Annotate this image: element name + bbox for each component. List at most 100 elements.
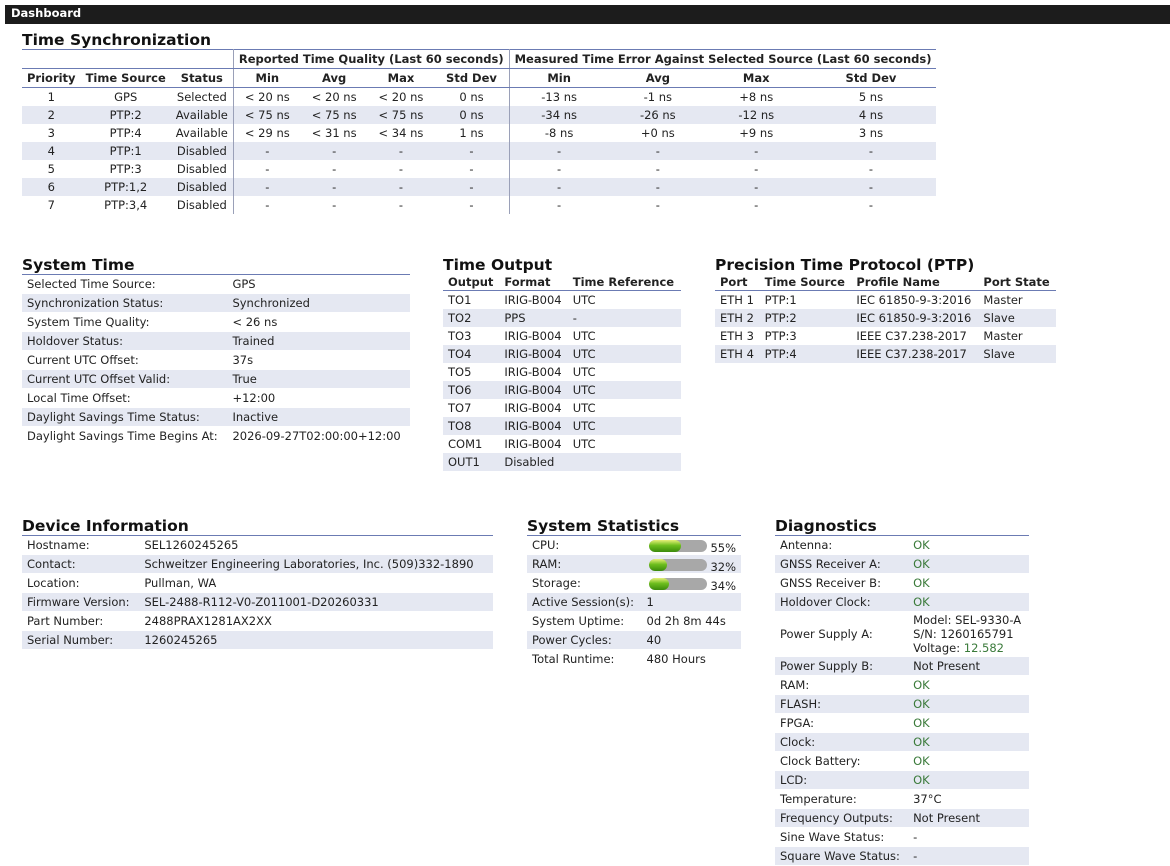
ts-row: 1 GPS Selected < 20 ns < 20 ns < 20 ns 0 ns -13… (22, 87, 936, 106)
diag-value: OK (913, 773, 930, 787)
kv-label: Serial Number: (27, 633, 114, 647)
kv-row: Selected Time Source: GPS (22, 275, 410, 294)
ts-col-header: Avg (300, 68, 368, 88)
ts-col-header: Min (508, 68, 609, 88)
diag-row: FPGA: OK (775, 714, 1029, 733)
diag-label: GNSS Receiver A: (780, 557, 881, 571)
list-row: OUT1 Disabled (443, 453, 681, 471)
ts-col-header: Max (367, 68, 435, 88)
list-row: COM1 IRIG-B004 UTC (443, 435, 681, 453)
ptp-title: Precision Time Protocol (PTP) (715, 256, 975, 274)
kv-value: 0d 2h 8m 44s (646, 614, 726, 628)
ts-col-header: Avg (608, 68, 708, 88)
kv-row: Daylight Savings Time Status: Inactive (22, 407, 410, 427)
ts-col-header: Priority (22, 68, 81, 88)
list-cell: UTC (572, 293, 596, 307)
psu-voltage-value: 12.582 (963, 641, 1004, 655)
diag-value: OK (913, 754, 930, 768)
list-row: TO6 IRIG-B004 UTC (443, 381, 681, 399)
ts-cell: -13 ns (508, 87, 609, 106)
diag-value: OK (913, 576, 930, 590)
list-cell: Disabled (504, 455, 555, 469)
ts-cell: - (508, 196, 609, 214)
kv-label: System Time Quality: (27, 315, 150, 329)
ts-cell: - (232, 142, 301, 160)
ts-cell: 7 (47, 198, 55, 212)
list-cell: UTC (572, 329, 596, 343)
kv-label: Active Session(s): (532, 595, 634, 609)
diag-row: RAM: OK (775, 676, 1029, 695)
diag-row: Temperature: 37°C (775, 790, 1029, 809)
list-cell: TO5 (448, 365, 472, 379)
ts-col-header: Max (707, 68, 806, 88)
ts-cell: - (332, 162, 337, 176)
ts-cell: - (754, 144, 759, 158)
ts-cell: -8 ns (508, 124, 609, 142)
diag-value: Not Present (913, 811, 981, 825)
kv-row: Firmware Version: SEL-2488-R112-V0-Z01100… (22, 592, 493, 612)
diag-value: OK (913, 678, 930, 692)
diag-label: GNSS Receiver B: (780, 576, 881, 590)
usage-percent: 34% (710, 579, 736, 593)
list-cell: TO1 (448, 293, 472, 307)
usage-percent: 32% (710, 560, 736, 574)
kv-value: 2026-09-27T02:00:00+12:00 (232, 429, 401, 443)
list-cell: COM1 (448, 437, 483, 451)
list-cell (568, 453, 681, 471)
kv-value: < 26 ns (232, 315, 278, 329)
psu-model: Model: SEL-9330-A (913, 613, 1022, 627)
kv-row: System Time Quality: < 26 ns (22, 313, 410, 332)
ts-cell: -34 ns (508, 106, 609, 124)
usage-percent: 55% (710, 541, 736, 555)
ts-col-header: Time Source (80, 68, 171, 88)
diagnostics-table: Antenna: OK GNSS Receiver A: OK GNSS Receive… (775, 535, 1029, 866)
list-cell: IRIG-B004 (504, 419, 562, 433)
device-info-section: Device Information Hostname: SEL126024526… (22, 517, 493, 650)
ts-cell: - (398, 180, 404, 194)
usage-bar-fill (648, 539, 681, 552)
list-cell: IEC 61850-9-3:2016 (856, 311, 972, 325)
ts-cell: 1 ns (459, 126, 484, 140)
ts-cell: - (232, 178, 301, 196)
col-header: Port State (978, 274, 1056, 291)
ts-cell: - (469, 180, 474, 194)
kv-row: Part Number: 2488PRAX1281AX2XX (22, 612, 493, 631)
diag-label: Frequency Outputs: (780, 811, 893, 825)
ts-cell: - (868, 180, 874, 194)
kv-value: SEL-2488-R112-V0-Z011001-D20260331 (144, 595, 379, 609)
list-row: TO3 IRIG-B004 UTC (443, 327, 681, 345)
ts-cell: PTP:3 (109, 162, 142, 176)
kv-value: True (232, 372, 257, 386)
system-time-table: Selected Time Source: GPS Synchronization … (22, 274, 410, 446)
diag-row: GNSS Receiver A: OK (775, 554, 1029, 574)
usage-row: CPU: 55% (527, 536, 741, 555)
ts-cell: - (508, 178, 609, 196)
ts-cell: - (332, 144, 337, 158)
kv-row: Contact: Schweitzer Engineering Laborator… (22, 554, 493, 574)
ts-cell: < 31 ns (311, 126, 357, 140)
ts-cell: - (655, 198, 660, 212)
kv-row: Active Session(s): 1 (527, 592, 741, 612)
ts-cell: Available (175, 126, 228, 140)
kv-row: Current UTC Offset Valid: True (22, 369, 410, 389)
ts-row: 3 PTP:4 Available < 29 ns < 31 ns < 34 ns 1 ns… (22, 124, 936, 142)
kv-row: Power Cycles: 40 (527, 630, 741, 650)
kv-row: Holdover Status: Trained (22, 331, 410, 351)
kv-row: Synchronization Status: Synchronized (22, 293, 410, 313)
ts-cell: - (398, 162, 404, 176)
list-cell: PTP:3 (764, 329, 797, 343)
ts-cell: < 20 ns (311, 90, 357, 104)
ts-cell: - (469, 144, 474, 158)
system-time-title: System Time (22, 256, 135, 274)
diag-label: Clock: (780, 735, 816, 749)
system-stats-table: CPU: 55% RAM: 32% Storage: 34% Active Sessi… (527, 535, 741, 669)
diag-label: Power Supply A: (780, 627, 873, 641)
list-cell: Master (983, 293, 1023, 307)
ts-cell: - (332, 198, 337, 212)
list-cell: IEC 61850-9-3:2016 (856, 293, 972, 307)
kv-label: Selected Time Source: (27, 277, 156, 291)
kv-label: Current UTC Offset Valid: (27, 372, 171, 386)
ts-col-header: Status (170, 68, 234, 88)
ts-cell: 2 (47, 108, 55, 122)
list-cell: Master (983, 329, 1023, 343)
